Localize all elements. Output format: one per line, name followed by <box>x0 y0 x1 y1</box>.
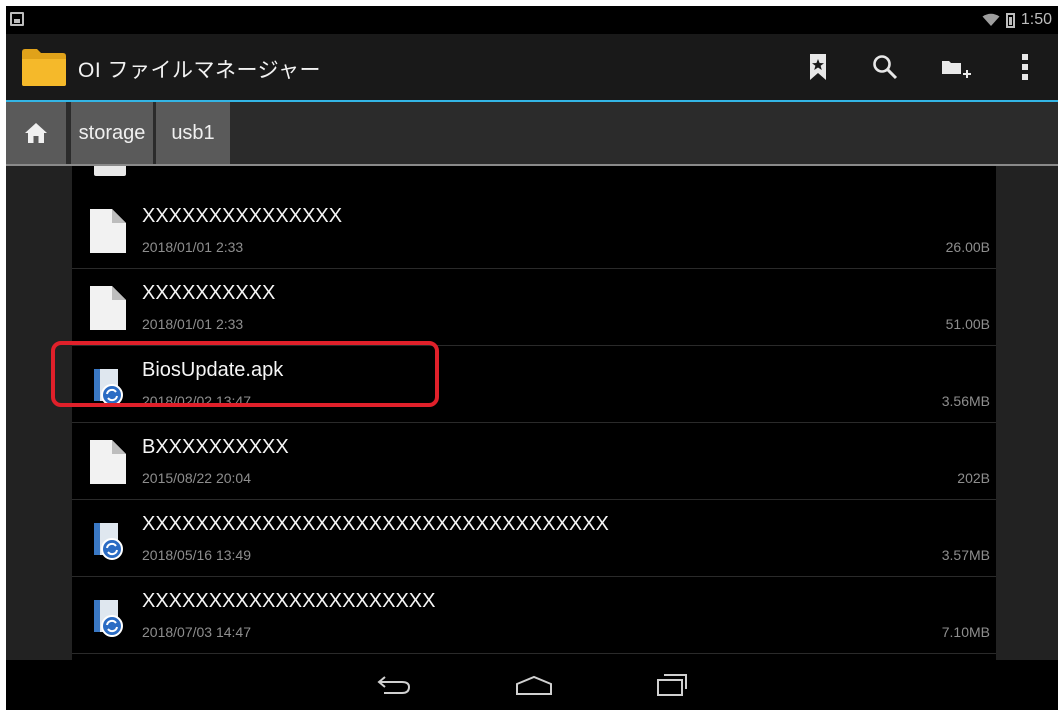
app-title: OI ファイルマネージャー <box>78 59 322 82</box>
file-icon <box>90 286 126 330</box>
wifi-icon <box>982 13 1000 26</box>
file-icon <box>90 440 126 484</box>
file-row[interactable]: XXXXXXXXXXXXXXXXXXXXXXXXXXXXXXXXXXX 2018… <box>72 501 996 577</box>
file-name: XXXXXXXXXXXXXXX <box>142 205 343 227</box>
recent-apps-button[interactable] <box>652 670 692 700</box>
file-date: 2018/05/16 13:49 <box>142 547 251 563</box>
folder-app-icon[interactable] <box>20 46 68 88</box>
status-time: 1:50 <box>1020 11 1052 28</box>
breadcrumb-usb1[interactable]: usb1 <box>156 102 230 164</box>
file-size: 51.00B <box>945 316 990 332</box>
image-notification-icon <box>10 12 24 26</box>
home-nav-button[interactable] <box>514 670 554 700</box>
file-row[interactable]: XXXXXXXXXXXXXXX 2018/01/01 2:33 26.00B <box>72 193 996 269</box>
search-icon <box>873 55 898 80</box>
file-name: XXXXXXXXXX <box>142 282 276 304</box>
file-name: XXXXXXXXXXXXXXXXXXXXXXXXXXXXXXXXXXX <box>142 513 609 535</box>
overflow-menu-button[interactable] <box>1008 50 1042 84</box>
file-row[interactable]: XXXXXXXXXXXXXXXXXXXXXX 2018/07/03 14:47 … <box>72 578 996 654</box>
file-size: 7.10MB <box>941 624 990 640</box>
file-size: 202B <box>957 470 990 486</box>
file-date: 2018/01/01 2:33 <box>142 239 244 255</box>
file-name: BXXXXXXXXXX <box>142 436 289 458</box>
search-button[interactable] <box>868 50 902 84</box>
new-folder-button[interactable] <box>939 50 973 84</box>
back-button[interactable] <box>374 670 414 700</box>
apk-icon <box>94 523 123 560</box>
new-folder-icon <box>942 61 971 78</box>
file-row[interactable]: BXXXXXXXXXX 2015/08/22 20:04 202B <box>72 424 996 500</box>
file-size: 3.56MB <box>941 393 990 409</box>
file-icon <box>90 209 126 253</box>
action-bar: OI ファイルマネージャー <box>6 34 1058 102</box>
file-list: XXXXXXXXXXXXXXX 2018/01/01 2:33 26.00B X… <box>72 166 996 660</box>
breadcrumb-storage[interactable]: storage <box>71 102 153 164</box>
file-date: 2018/01/01 2:33 <box>142 316 244 332</box>
highlight-box <box>51 341 439 407</box>
file-size: 3.57MB <box>941 547 990 563</box>
overflow-menu-icon <box>1022 54 1028 80</box>
file-row[interactable]: XXXXXXXXXX 2018/01/01 2:33 51.00B <box>72 270 996 346</box>
battery-icon <box>1005 12 1015 28</box>
partial-file-icon <box>94 166 126 176</box>
home-nav-icon <box>516 675 552 695</box>
breadcrumb-home[interactable] <box>6 102 66 164</box>
bookmark-button[interactable] <box>801 50 835 84</box>
apk-icon <box>94 600 123 637</box>
bookmark-icon <box>810 54 826 80</box>
home-icon <box>25 123 47 143</box>
file-date: 2015/08/22 20:04 <box>142 470 251 486</box>
navigation-bar <box>6 660 1058 710</box>
back-icon <box>377 676 411 694</box>
status-indicators: 1:50 <box>982 10 1052 30</box>
file-date: 2018/07/03 14:47 <box>142 624 251 640</box>
breadcrumb: storage usb1 <box>6 102 1058 166</box>
file-name: XXXXXXXXXXXXXXXXXXXXXX <box>142 590 436 612</box>
status-bar: 1:50 <box>6 6 1058 34</box>
file-size: 26.00B <box>945 239 990 255</box>
recent-apps-icon <box>657 674 687 696</box>
